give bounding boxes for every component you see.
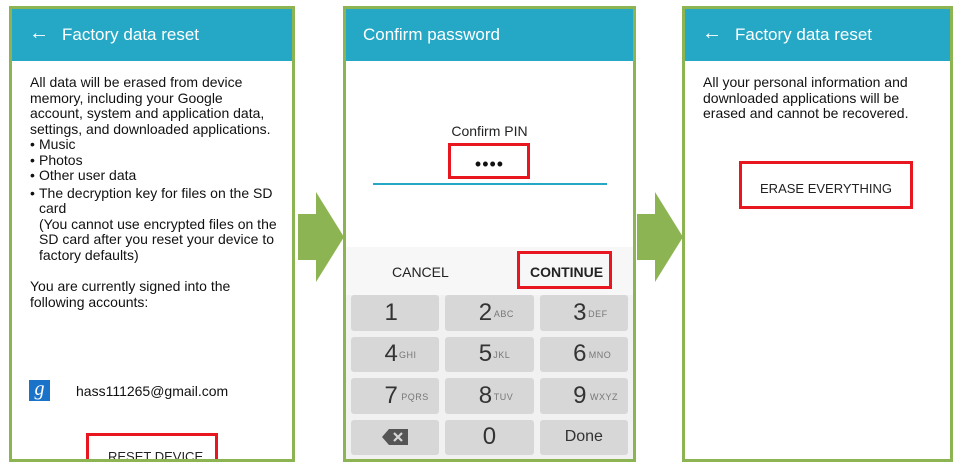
app-bar: ← Factory data reset — [685, 9, 950, 61]
intro-text: All data will be erased from device memo… — [30, 74, 271, 137]
arrow-right-icon — [298, 192, 344, 282]
key-digit: 1 — [384, 298, 398, 326]
key-2[interactable]: 2 ABC — [445, 295, 534, 331]
reset-device-button[interactable]: RESET DEVICE — [108, 449, 203, 459]
key-3[interactable]: 3 DEF — [539, 295, 628, 331]
reset-description: All data will be erased from device memo… — [30, 74, 280, 310]
cancel-button[interactable]: CANCEL — [392, 264, 449, 280]
key-letters: GHI — [399, 350, 417, 361]
key-5[interactable]: 5 JKL — [445, 336, 534, 372]
key-9[interactable]: 9 WXYZ — [539, 378, 628, 414]
signed-in-text: You are currently signed into the follow… — [30, 278, 231, 310]
pin-input[interactable]: •••• — [346, 154, 633, 175]
digit-grid: 1 2 ABC 3 DEF 4 GHI 5 JKL 6 MNO 7 PQRS 8 TUV 9W… — [351, 295, 628, 455]
key-6[interactable]: 6 MNO — [539, 336, 628, 372]
screen-factory-reset-confirm: ← Factory data reset All your personal i… — [682, 6, 953, 462]
sd-card-note: (You cannot use encrypted files on the S… — [39, 215, 277, 263]
screen-confirm-password: Confirm password Confirm PIN •••• CANCEL… — [343, 6, 636, 462]
page-title: Factory data reset — [62, 25, 200, 44]
key-letters: WXYZ — [589, 391, 618, 402]
account-email: hass111265@gmail.com — [76, 383, 229, 399]
key-digit: 8 — [478, 381, 493, 409]
key-letters: ABC — [493, 308, 514, 319]
pin-underline — [373, 183, 607, 185]
keypad: CANCEL CONTINUE 1 2 ABC 3 DEF 4 GHI 5 JKL 6M… — [346, 247, 633, 459]
page-title: Confirm password — [363, 25, 500, 44]
erase-everything-button[interactable]: ERASE EVERYTHING — [739, 181, 913, 196]
key-digit: 2 — [478, 298, 493, 326]
done-label: Done — [564, 428, 603, 446]
app-bar: ← Factory data reset — [12, 9, 292, 61]
done-key[interactable]: Done — [539, 419, 628, 455]
confirm-description: All your personal information and downlo… — [703, 74, 909, 121]
key-digit: 7 — [384, 381, 398, 409]
data-list: Music Photos Other user data The decrypt… — [30, 136, 280, 217]
key-digit: 3 — [573, 298, 587, 326]
key-letters: JKL — [493, 350, 511, 361]
pin-label: Confirm PIN — [451, 123, 528, 139]
page-title: Factory data reset — [735, 25, 873, 44]
list-item: Photos — [30, 152, 280, 169]
key-digit: 4 — [384, 340, 398, 368]
backspace-key[interactable] — [351, 419, 440, 455]
key-1[interactable]: 1 — [351, 295, 440, 331]
backspace-icon — [382, 429, 409, 446]
key-letters: PQRS — [401, 391, 429, 402]
app-bar: Confirm password — [346, 9, 633, 61]
key-letters: DEF — [588, 308, 608, 319]
key-digit: 5 — [478, 340, 493, 368]
screen-factory-reset: ← Factory data reset All data will be er… — [9, 6, 295, 462]
arrow-right-icon — [637, 192, 683, 282]
key-8[interactable]: 8 TUV — [445, 378, 534, 414]
key-letters: MNO — [588, 350, 612, 361]
list-item: Music — [30, 136, 280, 153]
list-item: The decryption key for files on the SD c… — [30, 185, 280, 217]
key-digit: 9 — [573, 381, 587, 409]
key-letters: TUV — [493, 391, 514, 402]
keypad-actions: CANCEL CONTINUE — [346, 247, 633, 295]
list-item: Other user data — [30, 167, 280, 184]
key-digit: 6 — [573, 340, 587, 368]
back-arrow-icon[interactable]: ← — [29, 23, 49, 43]
key-0[interactable]: 0 — [445, 419, 534, 455]
key-7[interactable]: 7 PQRS — [351, 378, 440, 414]
continue-button[interactable]: CONTINUE — [530, 264, 603, 280]
back-arrow-icon[interactable]: ← — [702, 23, 722, 43]
key-4[interactable]: 4 GHI — [351, 336, 440, 372]
key-digit: 0 — [482, 423, 497, 451]
google-account-icon: g — [29, 379, 50, 401]
